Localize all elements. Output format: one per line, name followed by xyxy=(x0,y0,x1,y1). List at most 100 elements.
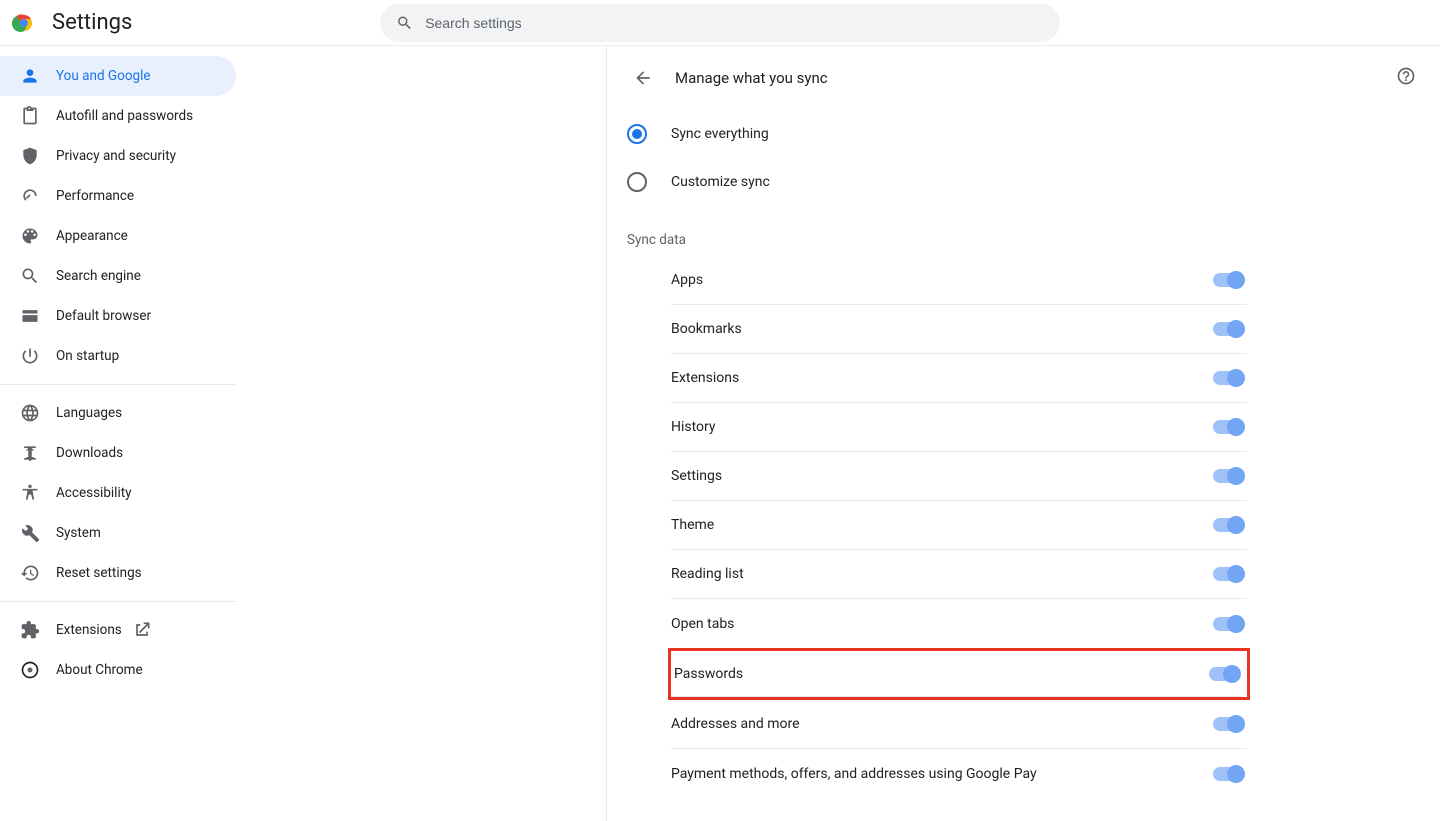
palette-icon xyxy=(20,226,40,246)
toggle-open-tabs[interactable] xyxy=(1213,617,1243,631)
toggle-settings[interactable] xyxy=(1213,469,1243,483)
sidebar-item-performance[interactable]: Performance xyxy=(0,176,236,216)
search-input[interactable] xyxy=(425,15,1044,31)
toggle-history[interactable] xyxy=(1213,420,1243,434)
toggle-theme[interactable] xyxy=(1213,518,1243,532)
page-title: Settings xyxy=(52,10,132,35)
toggle-label: Addresses and more xyxy=(671,716,800,732)
clipboard-icon xyxy=(20,106,40,126)
toggle-label: History xyxy=(671,419,716,435)
sidebar-item-label: Privacy and security xyxy=(56,148,176,164)
toggle-apps[interactable] xyxy=(1213,273,1243,287)
toggle-label: Passwords xyxy=(674,666,743,682)
help-icon xyxy=(1396,66,1416,86)
toggle-label: Payment methods, offers, and addresses u… xyxy=(671,766,1037,782)
sidebar-item-label: Downloads xyxy=(56,445,123,461)
search-icon xyxy=(396,14,413,32)
divider xyxy=(0,384,236,385)
toggle-label: Apps xyxy=(671,272,703,288)
arrow-left-icon xyxy=(633,68,653,88)
toggle-bookmarks[interactable] xyxy=(1213,322,1243,336)
toggle-label: Extensions xyxy=(671,370,739,386)
toggle-passwords[interactable] xyxy=(1209,667,1239,681)
toggle-addresses[interactable] xyxy=(1213,717,1243,731)
accessibility-icon xyxy=(20,483,40,503)
sidebar-item-accessibility[interactable]: Accessibility xyxy=(0,473,236,513)
extension-icon xyxy=(20,620,40,640)
toggle-row-open-tabs: Open tabs xyxy=(671,599,1247,648)
sidebar-item-label: Reset settings xyxy=(56,565,142,581)
toggle-reading-list[interactable] xyxy=(1213,567,1243,581)
search-icon xyxy=(20,266,40,286)
toggle-row-extensions: Extensions xyxy=(671,354,1247,403)
toggle-row-theme: Theme xyxy=(671,501,1247,550)
toggle-label: Bookmarks xyxy=(671,321,742,337)
sidebar-item-default-browser[interactable]: Default browser xyxy=(0,296,236,336)
sidebar-item-label: Performance xyxy=(56,188,134,204)
toggle-label: Open tabs xyxy=(671,616,734,632)
toggle-row-payment: Payment methods, offers, and addresses u… xyxy=(671,749,1247,798)
sidebar-item-label: About Chrome xyxy=(56,662,143,678)
highlight-box: Passwords xyxy=(668,648,1250,700)
sidebar-item-label: System xyxy=(56,525,101,541)
radio-sync-everything[interactable]: Sync everything xyxy=(627,110,1247,158)
sidebar-item-languages[interactable]: Languages xyxy=(0,393,236,433)
globe-icon xyxy=(20,403,40,423)
sidebar-item-label: Accessibility xyxy=(56,485,132,501)
search-settings-field[interactable] xyxy=(380,4,1060,42)
sidebar-item-system[interactable]: System xyxy=(0,513,236,553)
main-title: Manage what you sync xyxy=(675,69,828,87)
toggle-row-apps: Apps xyxy=(671,256,1247,305)
settings-sidebar: You and Google Autofill and passwords Priv… xyxy=(0,46,236,821)
sidebar-item-extensions[interactable]: Extensions xyxy=(0,610,236,650)
top-bar: Settings xyxy=(0,0,1440,46)
toggle-row-settings: Settings xyxy=(671,452,1247,501)
open-external-icon xyxy=(132,620,152,640)
toggle-label: Theme xyxy=(671,517,714,533)
back-button[interactable] xyxy=(627,62,659,94)
sidebar-item-label: On startup xyxy=(56,348,119,364)
sidebar-item-label: Default browser xyxy=(56,308,151,324)
toggle-label: Settings xyxy=(671,468,722,484)
radio-icon xyxy=(627,172,647,192)
sidebar-item-label: Extensions xyxy=(56,622,122,638)
shield-icon xyxy=(20,146,40,166)
sidebar-item-reset[interactable]: Reset settings xyxy=(0,553,236,593)
sidebar-item-label: Autofill and passwords xyxy=(56,108,193,124)
radio-icon xyxy=(627,124,647,144)
sidebar-item-label: You and Google xyxy=(56,68,151,84)
sidebar-item-appearance[interactable]: Appearance xyxy=(0,216,236,256)
restore-icon xyxy=(20,563,40,583)
toggle-row-history: History xyxy=(671,403,1247,452)
toggle-extensions[interactable] xyxy=(1213,371,1243,385)
sidebar-item-label: Languages xyxy=(56,405,122,421)
toggle-row-bookmarks: Bookmarks xyxy=(671,305,1247,354)
power-icon xyxy=(20,346,40,366)
main-panel: Manage what you sync Sync everything Cus… xyxy=(606,46,1440,821)
sidebar-item-label: Search engine xyxy=(56,268,141,284)
sidebar-item-label: Appearance xyxy=(56,228,128,244)
radio-label: Sync everything xyxy=(671,126,769,142)
sidebar-item-privacy[interactable]: Privacy and security xyxy=(0,136,236,176)
toggle-label: Reading list xyxy=(671,566,744,582)
speedometer-icon xyxy=(20,186,40,206)
toggle-row-reading-list: Reading list xyxy=(671,550,1247,599)
download-icon xyxy=(20,443,40,463)
sidebar-item-about[interactable]: About Chrome xyxy=(0,650,236,690)
divider xyxy=(0,601,236,602)
sidebar-item-search-engine[interactable]: Search engine xyxy=(0,256,236,296)
toggle-row-passwords: Passwords xyxy=(671,651,1243,697)
sidebar-item-downloads[interactable]: Downloads xyxy=(0,433,236,473)
chrome-logo xyxy=(12,11,36,35)
person-icon xyxy=(20,66,40,86)
sidebar-item-on-startup[interactable]: On startup xyxy=(0,336,236,376)
sidebar-item-you-and-google[interactable]: You and Google xyxy=(0,56,236,96)
radio-customize-sync[interactable]: Customize sync xyxy=(627,158,1247,206)
radio-label: Customize sync xyxy=(671,174,770,190)
toggle-row-addresses: Addresses and more xyxy=(671,700,1247,749)
help-button[interactable] xyxy=(1396,66,1416,90)
wrench-icon xyxy=(20,523,40,543)
toggle-payment[interactable] xyxy=(1213,767,1243,781)
sidebar-item-autofill[interactable]: Autofill and passwords xyxy=(0,96,236,136)
chrome-icon xyxy=(20,660,40,680)
